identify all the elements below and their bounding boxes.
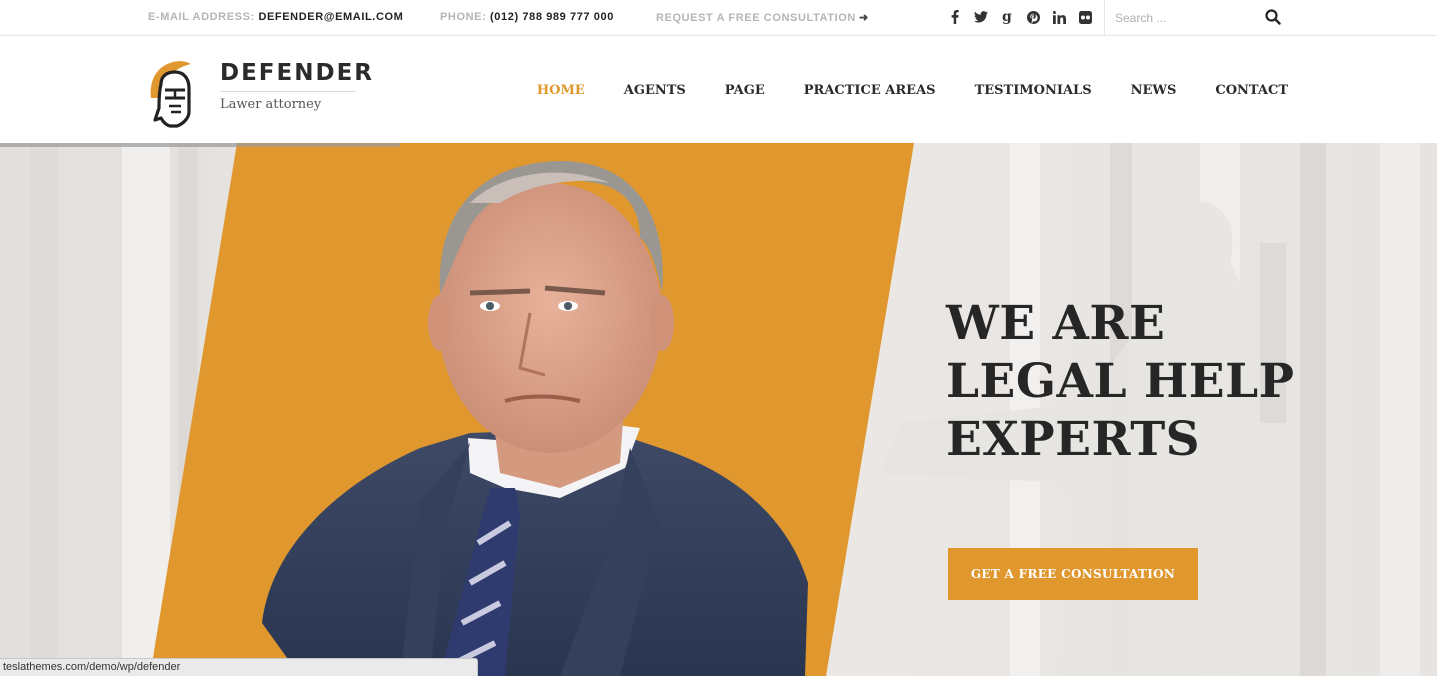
search-box bbox=[1104, 0, 1294, 35]
site-header: DEFENDER Lawer attorney HOME AGENTS PAGE… bbox=[0, 36, 1437, 143]
google-plus-icon[interactable]: g bbox=[998, 8, 1016, 26]
search-icon[interactable] bbox=[1265, 9, 1283, 27]
nav-item-contact[interactable]: CONTACT bbox=[1215, 83, 1288, 98]
phone-info: PHONE: (012) 788 989 777 000 bbox=[440, 11, 614, 23]
phone-label: PHONE: bbox=[440, 11, 487, 23]
pinterest-icon[interactable] bbox=[1024, 8, 1042, 26]
hero-slider: WE ARE LEGAL HELP EXPERTS GET A FREE CON… bbox=[0, 143, 1437, 676]
request-consultation-link[interactable]: REQUEST A FREE CONSULTATION ➜ bbox=[656, 11, 869, 24]
search-input[interactable] bbox=[1115, 9, 1255, 27]
svg-text:g: g bbox=[1002, 9, 1012, 25]
twitter-icon[interactable] bbox=[972, 8, 990, 26]
email-info: E-MAIL ADDRESS: DEFENDER@EMAIL.COM bbox=[148, 11, 403, 23]
nav-item-page[interactable]: PAGE bbox=[725, 83, 765, 98]
nav-item-practice-areas[interactable]: PRACTICE AREAS bbox=[804, 83, 936, 98]
email-value[interactable]: DEFENDER@EMAIL.COM bbox=[258, 11, 403, 23]
nav-item-testimonials[interactable]: TESTIMONIALS bbox=[975, 83, 1092, 98]
hero-title-line-1: WE ARE bbox=[946, 296, 1166, 351]
main-nav: HOME AGENTS PAGE PRACTICE AREAS TESTIMON… bbox=[537, 83, 1288, 98]
email-label: E-MAIL ADDRESS: bbox=[148, 11, 255, 23]
linkedin-icon[interactable] bbox=[1050, 8, 1068, 26]
logo-tagline: Lawer attorney bbox=[220, 97, 322, 112]
nav-item-agents[interactable]: AGENTS bbox=[624, 83, 686, 98]
knight-helmet-logo-icon[interactable] bbox=[147, 54, 193, 128]
browser-status-bar: teslathemes.com/demo/wp/defender bbox=[0, 658, 478, 676]
request-consultation-label: REQUEST A FREE CONSULTATION bbox=[656, 12, 856, 24]
logo-divider bbox=[220, 91, 356, 92]
nav-item-home[interactable]: HOME bbox=[537, 83, 585, 98]
get-free-consultation-button[interactable]: GET A FREE CONSULTATION bbox=[948, 548, 1198, 600]
hero-title: WE ARE LEGAL HELP EXPERTS bbox=[946, 295, 1386, 469]
flickr-icon[interactable] bbox=[1076, 8, 1094, 26]
logo-name[interactable]: DEFENDER bbox=[220, 60, 374, 86]
nav-item-news[interactable]: NEWS bbox=[1131, 83, 1177, 98]
arrow-right-icon: ➜ bbox=[858, 12, 869, 24]
hero-title-line-2: LEGAL HELP bbox=[946, 354, 1295, 409]
hero-title-line-3: EXPERTS bbox=[946, 412, 1201, 467]
top-bar: E-MAIL ADDRESS: DEFENDER@EMAIL.COM PHONE… bbox=[0, 0, 1437, 36]
facebook-icon[interactable] bbox=[946, 8, 964, 26]
phone-value: (012) 788 989 777 000 bbox=[490, 11, 614, 23]
social-links: g bbox=[946, 8, 1094, 28]
